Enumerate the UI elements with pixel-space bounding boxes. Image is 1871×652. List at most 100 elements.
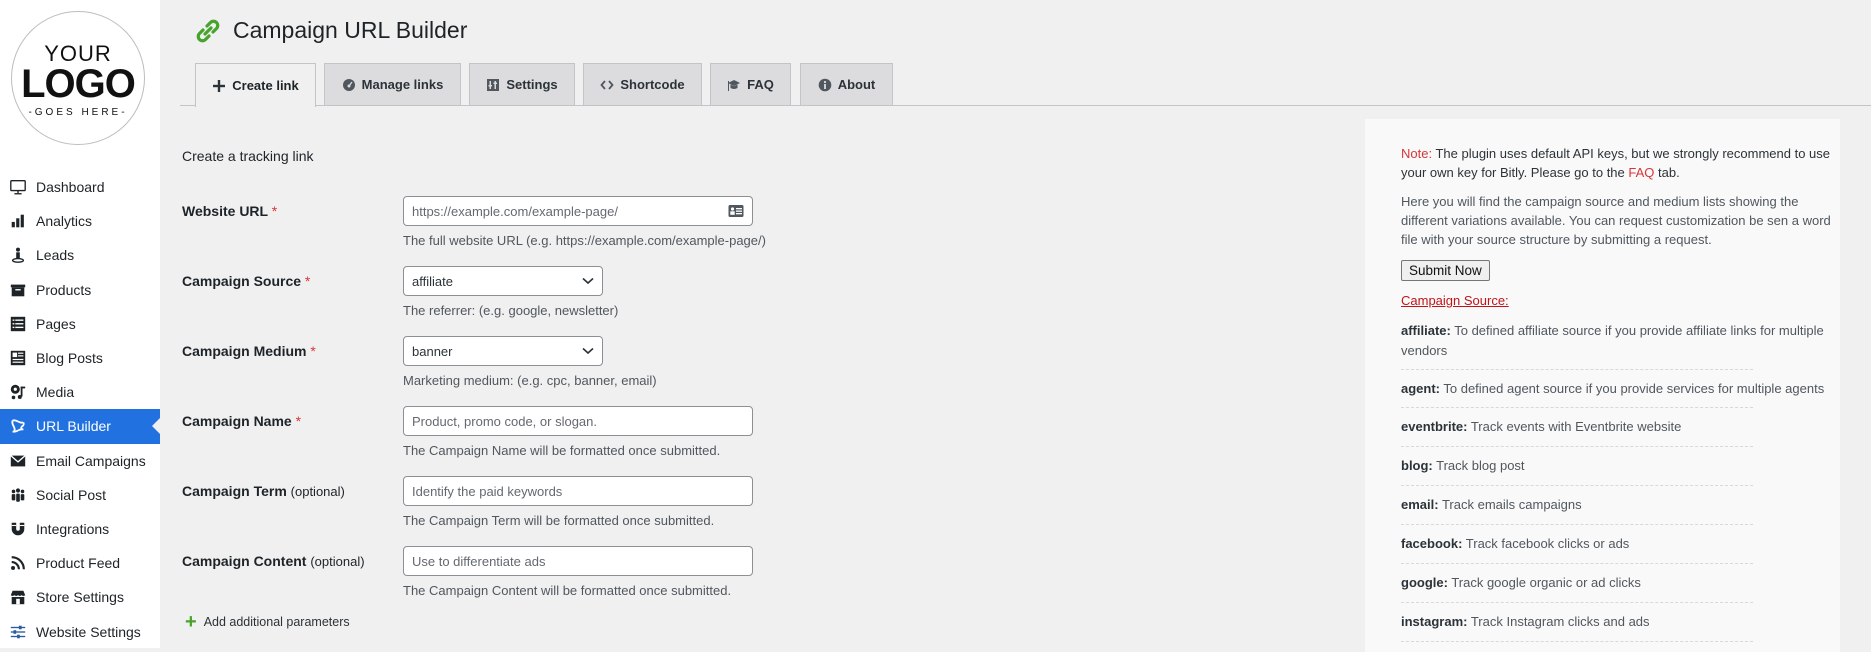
campaign-name-label: Campaign Name * (182, 413, 301, 429)
source-desc: Track events with Eventbrite website (1467, 419, 1682, 434)
monitor-icon (8, 178, 28, 196)
campaign-name-help: The Campaign Name will be formatted once… (403, 443, 721, 458)
selected-value: affiliate (412, 273, 453, 289)
selected-value: banner (412, 343, 453, 359)
required-mark: * (295, 413, 302, 429)
sidebar: YOUR LOGO -GOES HERE- Dashboard Analytic… (0, 0, 160, 652)
sidebar-item-email-campaigns[interactable]: Email Campaigns (0, 444, 160, 478)
source-key: email: (1401, 497, 1439, 512)
list-icon (8, 315, 28, 333)
add-params-label: Add additional parameters (203, 615, 350, 629)
sidebar-item-social-post[interactable]: Social Post (0, 478, 160, 512)
sliders-icon (8, 623, 28, 641)
sidebar-bottom-edge (0, 648, 160, 652)
rss-icon (8, 554, 28, 572)
add-additional-parameters-link[interactable]: + Add additional parameters (185, 612, 350, 632)
source-desc: To defined affiliate source if you provi… (1401, 323, 1824, 358)
tab-label: FAQ (747, 77, 774, 92)
graduation-cap-icon (727, 78, 741, 92)
plus-icon (212, 79, 226, 93)
source-item: blog: Track blog post (1401, 447, 1753, 486)
archive-box-icon (8, 281, 28, 299)
sidebar-item-label: Analytics (36, 213, 93, 230)
people-icon (8, 486, 28, 504)
note-text: The plugin uses default API keys, but we… (1401, 146, 1830, 180)
campaign-content-input[interactable] (412, 553, 744, 569)
sidebar-item-label: Blog Posts (36, 350, 103, 367)
source-item: affiliate: To defined affiliate source i… (1401, 312, 1841, 370)
sidebar-nav: Dashboard Analytics Leads Products Pages (0, 170, 160, 649)
tab-label: Shortcode (620, 77, 685, 92)
sidebar-item-website-settings[interactable]: Website Settings (0, 614, 160, 648)
faq-link[interactable]: FAQ (1628, 165, 1654, 180)
campaign-term-input[interactable] (412, 483, 744, 499)
info-panel: Note: The plugin uses default API keys, … (1365, 119, 1840, 652)
sidebar-item-store-settings[interactable]: Store Settings (0, 580, 160, 614)
sidebar-item-label: Store Settings (36, 589, 124, 606)
campaign-medium-label: Campaign Medium * (182, 343, 316, 359)
required-mark: * (271, 203, 278, 219)
campaign-source-select[interactable]: affiliate (403, 266, 603, 296)
sidebar-item-blog-posts[interactable]: Blog Posts (0, 341, 160, 375)
label-text: Campaign Medium (182, 343, 307, 359)
logo[interactable]: YOUR LOGO -GOES HERE- (11, 11, 145, 145)
dashboard-gauge-icon (342, 78, 356, 92)
url-builder-icon (8, 417, 28, 435)
campaign-name-input[interactable] (412, 413, 744, 429)
sidebar-item-products[interactable]: Products (0, 273, 160, 307)
tab-settings[interactable]: Settings (469, 63, 575, 105)
source-item: google: Track google organic or ad click… (1401, 564, 1753, 603)
campaign-content-help: The Campaign Content will be formatted o… (403, 583, 732, 598)
sidebar-item-integrations[interactable]: Integrations (0, 512, 160, 546)
sidebar-item-dashboard[interactable]: Dashboard (0, 170, 160, 204)
campaign-content-label: Campaign Content (optional) (182, 553, 365, 569)
label-text: Campaign Source (182, 273, 302, 289)
media-icon (8, 383, 28, 401)
tab-shortcode[interactable]: Shortcode (583, 63, 702, 105)
sidebar-item-analytics[interactable]: Analytics (0, 204, 160, 238)
source-key: agent: (1401, 381, 1440, 396)
newspaper-icon (8, 349, 28, 367)
sidebar-item-leads[interactable]: Leads (0, 238, 160, 272)
optional-mark: (optional) (290, 484, 345, 499)
sidebar-item-url-builder[interactable]: URL Builder (0, 409, 160, 444)
sidebar-item-label: Social Post (36, 486, 107, 503)
store-icon (8, 588, 28, 606)
tab-label: Settings (506, 77, 558, 92)
campaign-term-field[interactable] (403, 476, 753, 506)
contact-card-icon[interactable] (728, 204, 744, 218)
sidebar-item-pages[interactable]: Pages (0, 307, 160, 341)
campaign-medium-select[interactable]: banner (403, 336, 603, 366)
tab-about[interactable]: About (800, 63, 893, 105)
campaign-term-help: The Campaign Term will be formatted once… (403, 513, 715, 528)
source-desc: Track google organic or ad clicks (1447, 575, 1641, 590)
sidebar-item-label: Dashboard (36, 179, 105, 196)
website-url-input[interactable] (412, 203, 728, 219)
source-desc: Track blog post (1432, 458, 1525, 473)
sidebar-item-label: Leads (36, 247, 75, 264)
tab-faq[interactable]: FAQ (710, 63, 791, 105)
info-icon (818, 78, 832, 92)
sidebar-item-label: Email Campaigns (36, 452, 146, 469)
sidebar-item-label: Product Feed (36, 555, 121, 572)
campaign-content-field[interactable] (403, 546, 753, 576)
sidebar-item-product-feed[interactable]: Product Feed (0, 546, 160, 580)
settings-icon (486, 78, 500, 92)
envelope-icon (8, 452, 28, 470)
tab-create-link[interactable]: Create link (195, 63, 316, 107)
website-url-field[interactable] (403, 196, 753, 226)
tab-manage-links[interactable]: Manage links (324, 63, 461, 105)
bar-chart-icon (8, 212, 28, 230)
label-text: Campaign Term (182, 483, 287, 499)
code-icon (600, 78, 615, 92)
sidebar-item-media[interactable]: Media (0, 375, 160, 409)
page-title: Campaign URL Builder (233, 17, 468, 43)
logo-line-3: -GOES HERE- (28, 106, 128, 118)
campaign-name-field[interactable] (403, 406, 753, 436)
submit-now-button[interactable]: Submit Now (1401, 260, 1490, 281)
campaign-term-label: Campaign Term (optional) (182, 483, 345, 499)
source-desc: Track emails campaigns (1438, 497, 1582, 512)
required-mark: * (310, 343, 316, 359)
tab-label: Manage links (361, 77, 444, 92)
tab-label: Create link (232, 78, 299, 93)
